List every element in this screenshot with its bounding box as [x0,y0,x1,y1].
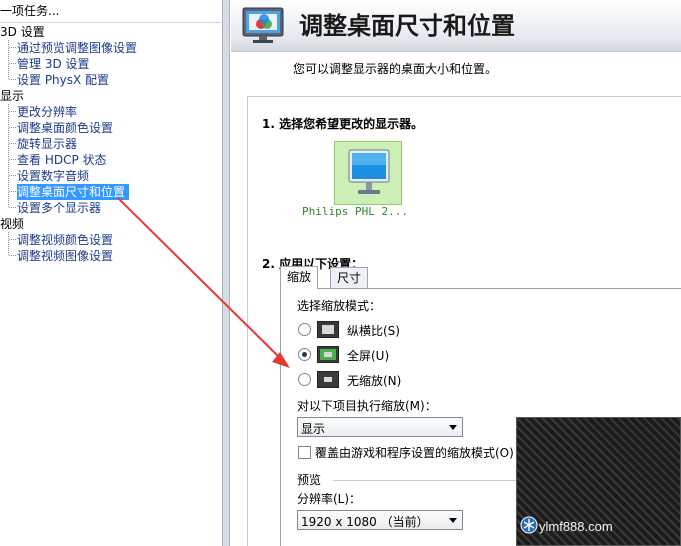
tree-item-video-color[interactable]: 调整视频颜色设置 [17,232,113,248]
tree-item-change-resolution[interactable]: 更改分辨率 [17,104,77,120]
tree-item-desktop-color[interactable]: 调整桌面颜色设置 [17,120,113,136]
tab-scaling[interactable]: 缩放 [280,266,319,289]
monitor-icon [348,149,390,194]
tree-item-multiple-displays[interactable]: 设置多个显示器 [17,200,101,216]
tree-connector [9,239,16,240]
task-tree-panel: 一项任务... 3D 设置 通过预览调整图像设置 管理 3D 设置 设置 Phy… [0,0,223,546]
page-banner: 调整桌面尺寸和位置 [231,0,681,52]
no-scaling-icon [317,371,339,388]
radio-aspect-ratio[interactable] [298,323,311,336]
aspect-ratio-icon [317,321,339,338]
tree-item-video-image[interactable]: 调整视频图像设置 [17,248,113,264]
resolution-label: 分辨率(L)： [297,492,362,506]
tree-connector [9,79,16,80]
tree-connector [8,40,9,79]
full-screen-icon [317,346,339,363]
tree-header-divider [0,22,222,23]
tree-category-display[interactable]: 显示 [0,88,24,104]
snowflake-logo-icon [520,516,538,534]
page-description: 您可以调整显示器的桌面大小和位置。 [293,62,498,76]
tree-connector [9,207,16,208]
tree-connector [8,232,9,255]
display-name-label[interactable]: Philips PHL 2... [302,205,408,218]
preview-section-label: 预览 [297,473,322,487]
tab-size[interactable]: 尺寸 [330,267,369,289]
tree-connector [9,191,16,192]
display-settings-icon [242,7,284,43]
tree-connector [9,63,16,64]
tree-connector [9,111,16,112]
page-title: 调整桌面尺寸和位置 [299,12,515,40]
display-selector-tile[interactable] [334,141,402,205]
tree-connector [9,159,16,160]
scaling-mode-label: 选择缩放模式： [297,299,382,313]
settings-page: 调整桌面尺寸和位置 您可以调整显示器的桌面大小和位置。 1. 选择您希望更改的显… [231,0,681,546]
resolution-dropdown[interactable]: 1920 x 1080 （当前） [297,510,463,530]
tree-item-adjust-image-with-preview[interactable]: 通过预览调整图像设置 [17,40,137,56]
tree-connector [9,175,16,176]
step-select-display-heading: 1. 选择您希望更改的显示器。 [262,117,424,131]
tree-connector [9,127,16,128]
full-screen-label[interactable]: 全屏(U) [347,347,389,364]
tree-item-rotate-display[interactable]: 旋转显示器 [17,136,77,152]
radio-full-screen[interactable] [298,348,311,361]
resolution-value: 1920 x 1080 （当前） [301,515,429,529]
chevron-down-icon [449,518,457,523]
tree-item-digital-audio[interactable]: 设置数字音频 [17,168,89,184]
chevron-down-icon [449,425,457,430]
override-scaling-label[interactable]: 覆盖由游戏和程序设置的缩放模式(O) [315,444,514,461]
override-scaling-checkbox[interactable] [298,446,311,459]
tree-item-desktop-size-position[interactable]: 调整桌面尺寸和位置 [17,184,130,200]
tree-item-manage-3d-settings[interactable]: 管理 3D 设置 [17,56,90,72]
no-scaling-label[interactable]: 无缩放(N) [347,372,401,389]
radio-no-scaling[interactable] [298,373,311,386]
tree-category-3d-settings[interactable]: 3D 设置 [0,24,45,40]
perform-scaling-on-value: 显示 [301,422,326,436]
panel-splitter[interactable] [223,0,230,546]
perform-scaling-on-label: 对以下项目执行缩放(M)： [297,399,437,413]
watermark-text: ylmf888.com [539,519,613,534]
tree-category-video[interactable]: 视频 [0,216,24,232]
tree-connector [9,143,16,144]
task-tree-header: 一项任务... [0,4,60,18]
tree-connector [9,255,16,256]
tree-connector [9,47,16,48]
tree-item-physx-config[interactable]: 设置 PhysX 配置 [17,72,109,88]
tree-item-hdcp-status[interactable]: 查看 HDCP 状态 [17,152,107,168]
aspect-ratio-label[interactable]: 纵横比(S) [347,322,400,339]
perform-scaling-on-dropdown[interactable]: 显示 [297,417,463,437]
